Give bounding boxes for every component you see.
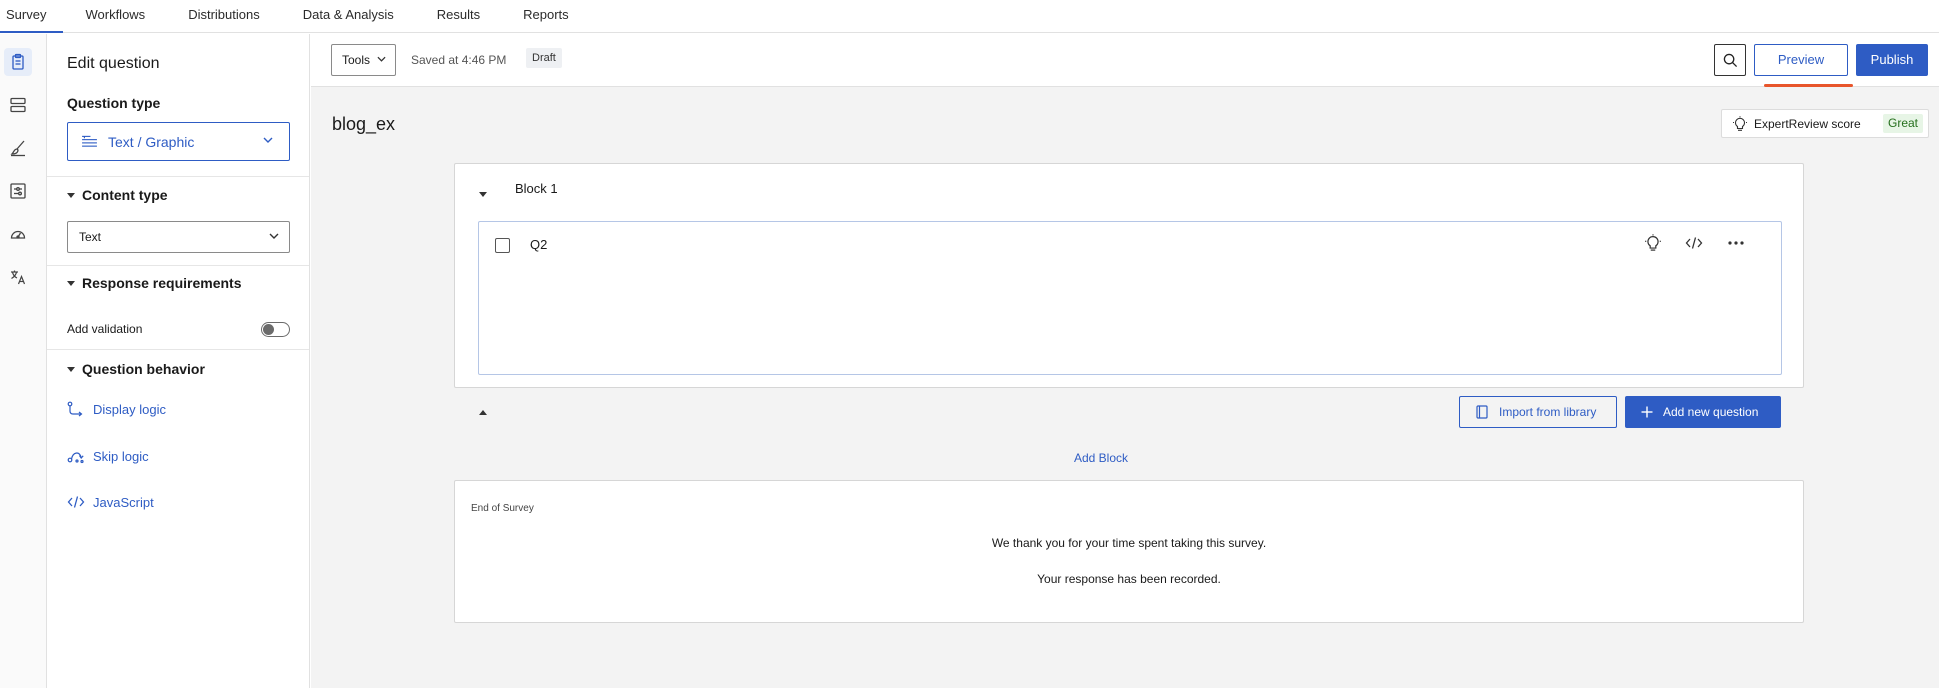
question-card[interactable]: Q2 (478, 221, 1782, 375)
divider (47, 265, 309, 266)
response-requirements-heading[interactable]: Response requirements (67, 275, 242, 291)
translate-icon[interactable] (4, 263, 32, 291)
lightbulb-icon (1733, 115, 1747, 131)
survey-block: Block 1 Q2 Import from library Add new q… (454, 163, 1804, 428)
expert-review-label: ExpertReview score (1754, 116, 1861, 131)
add-new-question-button[interactable]: Add new question (1625, 396, 1781, 428)
skip-logic-icon (67, 452, 84, 464)
look-and-feel-icon[interactable] (4, 134, 32, 162)
chevron-down-icon (263, 137, 273, 143)
blocks-icon[interactable] (4, 91, 32, 119)
content-type-heading[interactable]: Content type (67, 187, 168, 203)
display-logic-link[interactable]: Display logic (67, 401, 166, 417)
tab-reports[interactable]: Reports (501, 0, 590, 33)
end-of-survey-message-1[interactable]: We thank you for your time spent taking … (455, 536, 1803, 550)
survey-flow-icon[interactable] (4, 177, 32, 205)
collapse-block-icon[interactable] (479, 192, 487, 197)
chevron-down-icon (269, 233, 279, 239)
publish-button[interactable]: Publish (1856, 44, 1928, 76)
preview-highlight-bar (1764, 84, 1853, 87)
add-validation-label: Add validation (67, 322, 143, 336)
edit-question-panel: Edit question Question type Text / Graph… (47, 34, 310, 688)
saved-status: Saved at 4:46 PM (411, 53, 507, 67)
panel-title: Edit question (67, 55, 160, 72)
survey-options-icon[interactable] (4, 220, 32, 248)
divider (47, 349, 309, 350)
import-from-library-button[interactable]: Import from library (1459, 396, 1617, 428)
caret-down-icon (67, 366, 75, 372)
tab-data-analysis[interactable]: Data & Analysis (281, 0, 415, 33)
question-type-dropdown[interactable]: Text / Graphic (67, 122, 290, 161)
end-of-survey-message-2[interactable]: Your response has been recorded. (455, 572, 1803, 586)
add-block-link[interactable]: Add Block (1074, 451, 1128, 465)
tab-workflows[interactable]: Workflows (63, 0, 165, 33)
content-type-value: Text (79, 230, 102, 244)
draft-badge: Draft (526, 48, 562, 68)
tab-survey[interactable]: Survey (0, 0, 64, 33)
end-of-survey-block: End of Survey We thank you for your time… (454, 480, 1804, 623)
question-behavior-heading[interactable]: Question behavior (67, 361, 205, 377)
top-navigation: Survey Workflows Distributions Data & An… (0, 0, 1939, 33)
plus-icon (1641, 406, 1653, 418)
tab-distributions[interactable]: Distributions (165, 0, 281, 33)
end-of-survey-label: End of Survey (471, 503, 534, 514)
question-select-checkbox[interactable] (495, 238, 510, 253)
expert-review-score[interactable]: ExpertReview score Great (1721, 109, 1929, 138)
block-title[interactable]: Block 1 (515, 181, 558, 196)
tools-button[interactable]: Tools (331, 44, 396, 76)
book-icon (1476, 405, 1488, 419)
skip-logic-link[interactable]: Skip logic (67, 448, 149, 464)
chevron-down-icon (377, 56, 386, 62)
caret-down-icon (67, 192, 75, 198)
javascript-link[interactable]: JavaScript (67, 494, 154, 510)
code-icon (67, 496, 85, 508)
toggle-knob (263, 324, 274, 335)
search-button[interactable] (1714, 44, 1746, 76)
content-type-dropdown[interactable]: Text (67, 221, 290, 253)
more-options-icon[interactable] (1725, 232, 1747, 254)
display-logic-icon (67, 401, 83, 417)
icon-rail (0, 34, 47, 688)
survey-editor: Tools Saved at 4:46 PM Draft Preview Pub… (311, 34, 1939, 688)
caret-up-icon[interactable] (479, 410, 487, 415)
add-validation-toggle[interactable] (261, 322, 290, 337)
survey-icon[interactable] (4, 48, 32, 76)
survey-title[interactable]: blog_ex (332, 114, 395, 135)
code-icon[interactable] (1683, 232, 1705, 254)
divider (47, 176, 309, 177)
search-icon (1723, 53, 1737, 67)
question-type-value: Text / Graphic (108, 133, 195, 150)
question-id: Q2 (530, 237, 548, 252)
caret-down-icon (67, 280, 75, 286)
tab-results[interactable]: Results (415, 0, 501, 33)
lightbulb-icon[interactable] (1642, 232, 1664, 254)
expert-review-badge: Great (1882, 114, 1923, 133)
editor-toolbar: Tools Saved at 4:46 PM Draft Preview Pub… (311, 34, 1939, 87)
text-graphic-icon (82, 135, 97, 147)
question-type-heading: Question type (67, 95, 161, 111)
preview-button[interactable]: Preview (1754, 44, 1848, 76)
